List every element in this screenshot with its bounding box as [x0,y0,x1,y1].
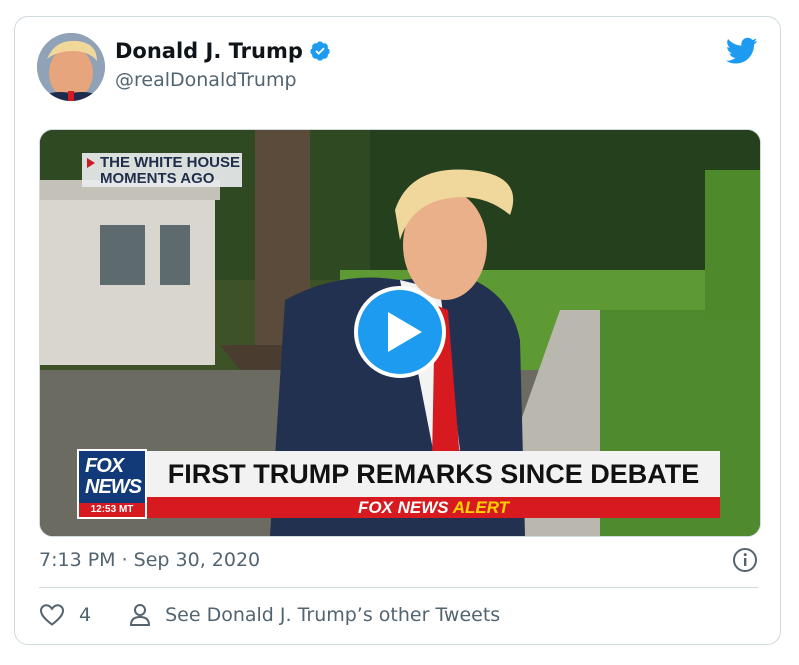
avatar[interactable] [37,33,105,101]
fox-news-logo: FOX NEWS 12:53 MT [77,449,147,519]
like-count: 4 [79,604,92,626]
logo-line-2: NEWS [85,476,142,498]
heart-icon [39,604,65,626]
alert-part-2: ALERT [448,498,510,517]
author-name-row[interactable]: Donald J. Trump [115,39,331,63]
logo-time: 12:53 MT [79,503,145,517]
alert-bar: FOX NEWS ALERT [147,497,720,518]
author-handle[interactable]: @realDonaldTrump [115,69,297,91]
video-player[interactable]: THE WHITE HOUSE MOMENTS AGO FOX NEWS 12:… [39,129,761,537]
tag-line-2: MOMENTS AGO [100,170,215,187]
divider [39,587,758,588]
like-button[interactable]: 4 [39,603,129,627]
alert-part-1: FOX NEWS [357,498,449,517]
info-icon[interactable] [732,547,758,573]
tweet-timestamp[interactable]: 7:13 PM · Sep 30, 2020 [39,549,260,571]
other-tweets-link[interactable]: See Donald J. Trump’s other Tweets [129,603,500,627]
verified-badge-icon [310,41,330,61]
tweet-card: Donald J. Trump @realDonaldTrump THE WHI… [14,16,781,645]
display-name[interactable]: Donald J. Trump [115,39,303,63]
play-icon [388,312,422,352]
person-icon [130,604,151,626]
play-button[interactable] [354,286,446,378]
chyron-headline: FIRST TRUMP REMARKS SINCE DEBATE [147,451,720,497]
other-tweets-label: See Donald J. Trump’s other Tweets [165,604,501,626]
logo-line-1: FOX [85,455,124,477]
red-triangle-icon [87,158,95,168]
tag-line-1: THE WHITE HOUSE [100,154,241,171]
location-tag: THE WHITE HOUSE MOMENTS AGO [82,153,242,187]
tweet-actions: 4 See Donald J. Trump’s other Tweets [39,603,500,627]
twitter-bird-icon[interactable] [726,37,758,65]
